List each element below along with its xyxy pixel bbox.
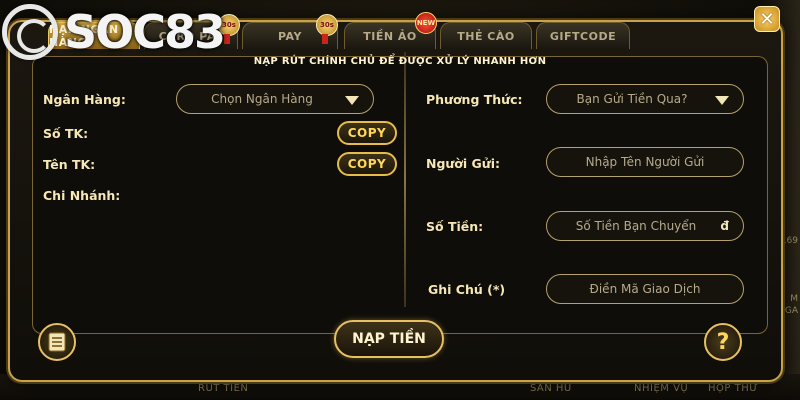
badge-ribbon (322, 34, 328, 44)
amount-input[interactable]: Số Tiền Bạn Chuyển đ (546, 211, 744, 241)
bank-select-value: Chọn Ngân Hàng (211, 92, 313, 106)
logo-text: SOC83 (64, 5, 226, 59)
tab-giftcode[interactable]: GIFTCODE (536, 22, 630, 49)
method-label: Phương Thức: (426, 92, 523, 107)
copy-account-name-button[interactable]: COPY (337, 152, 397, 176)
bank-select[interactable]: Chọn Ngân Hàng (176, 84, 374, 114)
help-button[interactable]: ? (704, 323, 742, 361)
amount-placeholder: Số Tiền Bạn Chuyển (575, 219, 697, 233)
nav-missions[interactable]: NHIỆM VỤ (634, 383, 688, 394)
currency-suffix: đ (720, 219, 729, 233)
column-divider (404, 52, 406, 307)
sender-label: Người Gửi: (426, 156, 500, 171)
tab-scratch-card[interactable]: THẺ CÀO (440, 22, 532, 49)
note-placeholder: Điền Mã Giao Dịch (589, 282, 701, 296)
account-name-label: Tên TK: (43, 157, 96, 172)
logo-mark-icon (2, 4, 58, 60)
chevron-down-icon (345, 96, 359, 105)
branch-label: Chi Nhánh: (43, 188, 121, 203)
notice-text: NẠP RÚT CHÍNH CHỦ ĐỂ ĐƯỢC XỬ LÝ NHANH HƠ… (253, 56, 547, 67)
sender-input[interactable]: Nhập Tên Người Gửi (546, 147, 744, 177)
badge-30s: 30s (316, 14, 338, 36)
question-mark-icon: ? (716, 329, 730, 355)
amount-label: Số Tiền: (426, 219, 484, 234)
close-button[interactable]: ✕ (754, 6, 780, 32)
bank-label: Ngân Hàng: (43, 92, 126, 107)
method-select-value: Bạn Gửi Tiền Qua? (576, 92, 688, 106)
account-number-label: Số TK: (43, 126, 89, 141)
nav-jackpot[interactable]: SĂN HŨ (530, 383, 572, 394)
chevron-down-icon (715, 96, 729, 105)
deposit-submit-button[interactable]: NẠP TIỀN (334, 320, 444, 358)
note-input[interactable]: Điền Mã Giao Dịch (546, 274, 744, 304)
history-button[interactable] (38, 323, 76, 361)
sender-placeholder: Nhập Tên Người Gửi (585, 155, 705, 169)
nav-mailbox[interactable]: HỘP THƯ (708, 383, 758, 394)
method-select[interactable]: Bạn Gửi Tiền Qua? (546, 84, 744, 114)
note-label: Ghi Chú (*) (428, 282, 506, 297)
site-logo: SOC83 (0, 0, 300, 64)
background-value: GA (784, 306, 798, 316)
badge-new: NEW (415, 12, 437, 34)
nav-withdraw[interactable]: RÚT TIỀN (198, 383, 248, 394)
document-icon (48, 332, 66, 352)
background-value: M (790, 294, 798, 304)
copy-account-number-button[interactable]: COPY (337, 121, 397, 145)
